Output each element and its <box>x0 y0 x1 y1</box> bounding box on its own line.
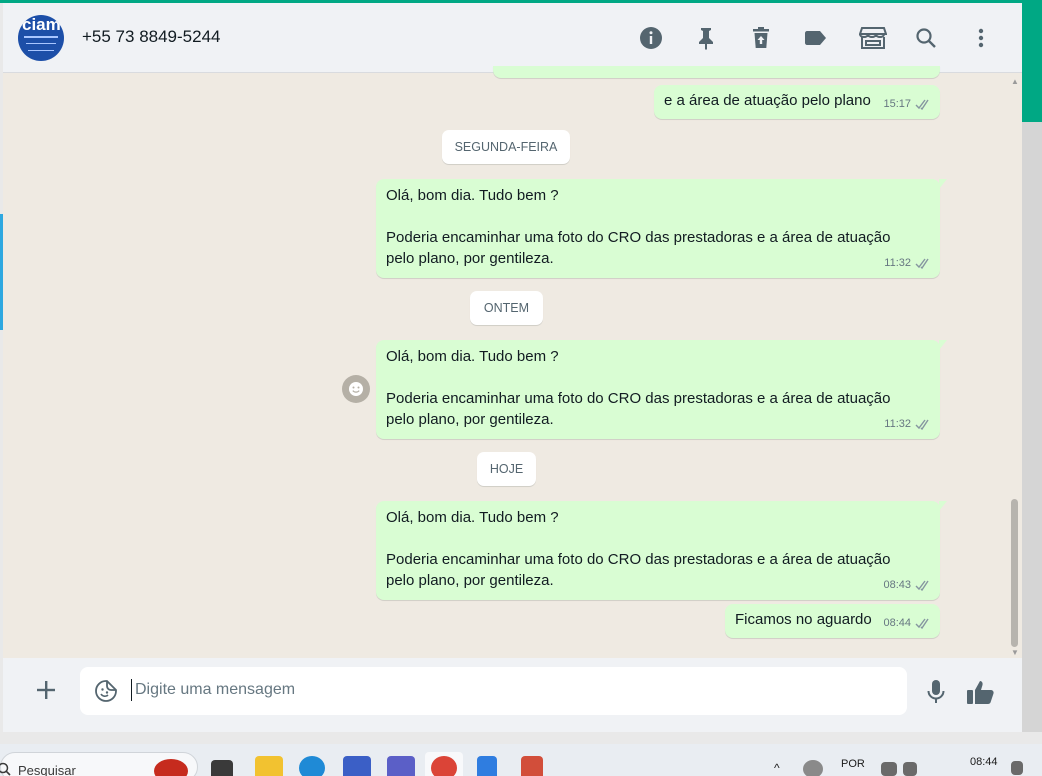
date-separator: HOJE <box>477 452 536 486</box>
read-receipt-icon <box>915 618 929 629</box>
delete-icon[interactable] <box>748 25 774 51</box>
chrome-icon[interactable] <box>431 756 457 776</box>
file-explorer-icon[interactable] <box>255 756 283 776</box>
bubble-tail <box>939 179 947 189</box>
message-text: Olá, bom dia. Tudo bem ? Poderia encamin… <box>386 348 891 428</box>
bubble-tail <box>939 501 947 511</box>
notification-icon[interactable] <box>1011 761 1023 775</box>
reaction-emoji-icon[interactable] <box>342 375 370 403</box>
search-icon[interactable] <box>913 25 939 51</box>
message-time: 15:17 <box>883 98 911 110</box>
message-meta: 11:32 <box>884 253 932 274</box>
taskbar-search-icon <box>0 762 11 776</box>
snipping-tool-icon[interactable] <box>521 756 543 776</box>
message-text: Olá, bom dia. Tudo bem ? Poderia encamin… <box>386 187 891 267</box>
taskbar-search-box[interactable]: Pesquisar <box>0 752 198 776</box>
read-receipt-icon <box>915 258 929 269</box>
catalog-icon[interactable] <box>858 25 888 51</box>
background-app-accent <box>1022 0 1042 122</box>
message-bubble[interactable]: Ficamos no aguardo 08:44 <box>725 604 940 638</box>
message-list[interactable]: e a área de atuação pelo plano 15:17 SEG… <box>3 66 1022 658</box>
chat-header: ciam +55 73 8849-5244 <box>3 3 1022 73</box>
avatar-logo-line <box>28 50 54 51</box>
teams-work-icon[interactable] <box>387 756 415 776</box>
message-input-placeholder[interactable]: Digite uma mensagem <box>135 681 295 699</box>
avatar-logo-line <box>26 43 56 44</box>
scrollbar-thumb[interactable] <box>1011 499 1018 647</box>
message-meta: 11:32 <box>884 414 932 435</box>
message-bubble[interactable]: Olá, bom dia. Tudo bem ? Poderia encamin… <box>376 501 947 600</box>
message-time: 08:44 <box>883 617 911 629</box>
emoji-sticker-icon[interactable] <box>93 678 119 704</box>
message-input-box[interactable]: Digite uma mensagem <box>80 667 907 715</box>
message-meta: 08:44 <box>883 613 932 634</box>
message-composer: Digite uma mensagem <box>3 658 1022 732</box>
menu-icon[interactable] <box>968 25 994 51</box>
edge-browser-icon[interactable] <box>299 756 325 776</box>
message-text: Olá, bom dia. Tudo bem ? Poderia encamin… <box>386 509 891 589</box>
date-separator: SEGUNDA-FEIRA <box>442 130 570 164</box>
read-receipt-icon <box>915 580 929 591</box>
sync-icon[interactable] <box>803 760 823 776</box>
pin-icon[interactable] <box>693 25 719 51</box>
message-bubble-partial <box>493 66 940 78</box>
scroll-down-arrow[interactable]: ▼ <box>1011 648 1019 657</box>
message-bubble[interactable]: e a área de atuação pelo plano 15:17 <box>654 85 940 119</box>
date-separator: ONTEM <box>470 291 543 325</box>
message-time: 11:32 <box>884 418 911 430</box>
bubble-tail <box>939 340 947 350</box>
attach-plus-icon[interactable] <box>32 676 60 704</box>
taskbar-search-label: Pesquisar <box>18 763 76 776</box>
network-icon[interactable] <box>881 762 897 776</box>
notes-app-icon[interactable] <box>477 756 497 776</box>
contact-avatar[interactable]: ciam <box>18 15 64 61</box>
avatar-logo-text: ciam <box>22 15 61 34</box>
windows-taskbar: Pesquisar ^ POR 08:44 <box>0 744 1042 776</box>
clock-time[interactable]: 08:44 <box>970 756 998 768</box>
background-area <box>1022 122 1042 732</box>
volume-icon[interactable] <box>903 762 917 776</box>
message-meta: 08:43 <box>883 575 932 596</box>
task-view-icon[interactable] <box>211 760 233 776</box>
text-caret <box>131 679 132 701</box>
read-receipt-icon <box>915 419 929 430</box>
label-icon[interactable] <box>803 25 829 51</box>
message-time: 11:32 <box>884 257 911 269</box>
message-bubble[interactable]: Olá, bom dia. Tudo bem ? Poderia encamin… <box>376 179 947 278</box>
scroll-up-arrow[interactable]: ▲ <box>1011 77 1019 86</box>
whatsapp-chat-window: ciam +55 73 8849-5244 e a área de atuaçã… <box>3 3 1022 732</box>
microphone-icon[interactable] <box>923 679 949 705</box>
contact-name[interactable]: +55 73 8849-5244 <box>82 27 221 47</box>
tray-chevron-up-icon[interactable]: ^ <box>774 761 780 775</box>
message-time: 08:43 <box>883 579 911 591</box>
holiday-decoration-icon <box>154 759 188 776</box>
keyboard-language[interactable]: POR <box>841 758 865 770</box>
message-meta: 15:17 <box>883 94 932 115</box>
teams-icon[interactable] <box>343 756 371 776</box>
message-bubble[interactable]: Olá, bom dia. Tudo bem ? Poderia encamin… <box>376 340 947 439</box>
read-receipt-icon <box>915 99 929 110</box>
thumbs-up-icon[interactable] <box>965 678 997 706</box>
info-icon[interactable] <box>638 25 664 51</box>
avatar-logo-line <box>24 36 58 38</box>
